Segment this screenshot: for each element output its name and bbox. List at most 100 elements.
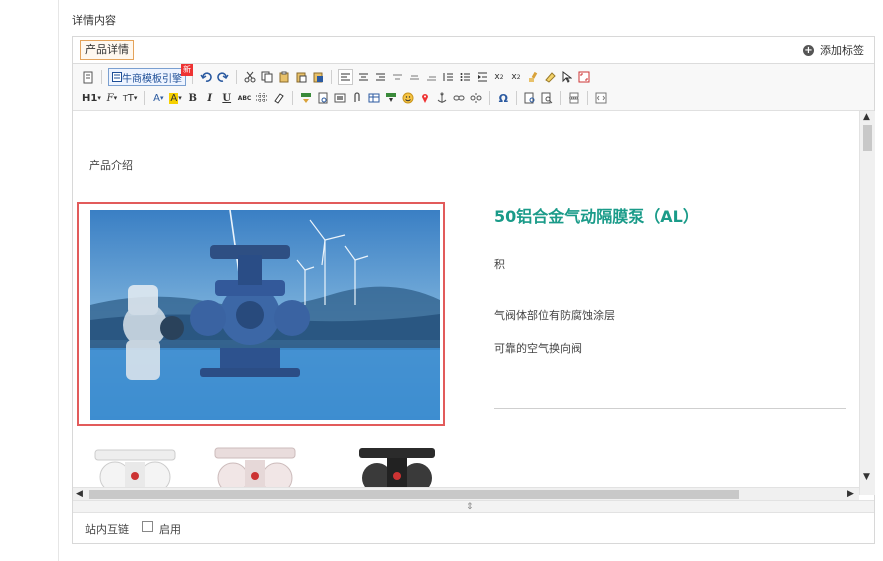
align-center-icon[interactable] (356, 69, 370, 85)
new-badge: 新 (181, 64, 193, 76)
cut-icon[interactable] (243, 69, 257, 85)
tab-product-details[interactable]: 产品详情 (80, 40, 134, 60)
product-title: 50铝合金气动隔膜泵（AL） (494, 207, 699, 226)
editor-tab-bar: 产品详情 + 添加标签 (73, 37, 874, 64)
italic-button[interactable]: I (203, 90, 217, 106)
font-family-dropdown[interactable]: F ▾ (105, 90, 119, 106)
bg-color-label: A (169, 92, 179, 104)
template-label: 牛商模板引擎 (122, 73, 182, 85)
preview-icon[interactable] (523, 90, 537, 106)
paste-word-icon[interactable] (311, 69, 325, 85)
indent-center-icon[interactable] (407, 69, 421, 85)
toolbar-row-1: 牛商模板引擎 新 x2 x2 (81, 64, 591, 87)
vertical-scrollbar[interactable]: ▲ ▼ (859, 111, 875, 495)
font-family-label: F (106, 92, 114, 104)
align-right-icon[interactable] (373, 69, 387, 85)
indent-icon[interactable] (475, 69, 489, 85)
feature-line-2: 气阀体部位有防腐蚀涂层 (494, 309, 615, 322)
selected-image-frame[interactable] (77, 202, 445, 426)
ordered-list-icon[interactable] (441, 69, 455, 85)
insert-video-icon[interactable] (333, 90, 347, 106)
toolbar-divider (516, 91, 518, 105)
font-size-dropdown[interactable]: T T ▾ (122, 90, 139, 106)
unordered-list-icon[interactable] (458, 69, 472, 85)
unlink-icon[interactable] (469, 90, 483, 106)
insert-column-icon[interactable] (384, 90, 398, 106)
template-engine-button[interactable]: 牛商模板引擎 新 (108, 64, 193, 86)
select-cursor-icon[interactable] (560, 69, 574, 85)
table-grid-icon[interactable] (255, 90, 269, 106)
page-break-icon[interactable] (567, 90, 581, 106)
section-title: 详情内容 (72, 14, 116, 27)
insert-table-icon[interactable] (367, 90, 381, 106)
toolbar-divider (292, 91, 294, 105)
map-pin-icon[interactable] (418, 90, 432, 106)
plus-circle-icon: + (803, 44, 814, 56)
subscript-icon[interactable]: x2 (492, 69, 506, 85)
paste-text-icon[interactable] (294, 69, 308, 85)
special-char-icon[interactable]: Ω (496, 90, 510, 106)
heading-label: H1 (82, 92, 98, 104)
redo-icon[interactable] (216, 69, 230, 85)
horizontal-scrollbar[interactable]: ◀ ▶ (73, 487, 859, 501)
fullscreen-icon[interactable] (577, 69, 591, 85)
toolbar-divider (587, 91, 589, 105)
underline-button[interactable]: U (220, 90, 234, 106)
eraser-icon[interactable] (272, 90, 286, 106)
enable-checkbox[interactable] (142, 521, 153, 532)
indent-right-icon[interactable] (424, 69, 438, 85)
toolbar-divider (331, 70, 332, 84)
format-brush-icon[interactable] (526, 69, 540, 85)
align-left-icon[interactable] (338, 69, 353, 85)
undo-icon[interactable] (199, 69, 213, 85)
scroll-right-icon[interactable]: ▶ (847, 489, 854, 499)
font-color-label: A (153, 92, 161, 104)
product-photo[interactable] (90, 210, 440, 420)
editor-content-area[interactable]: 产品介绍 50铝合金气动隔膜泵（AL） 积 气阀体部位有防腐蚀涂层 可靠的空气换… (73, 111, 874, 495)
scroll-up-icon[interactable]: ▲ (863, 112, 870, 122)
horizontal-rule (494, 408, 846, 409)
superscript-icon[interactable]: x2 (509, 69, 523, 85)
intro-heading: 产品介绍 (89, 159, 133, 172)
scroll-left-icon[interactable]: ◀ (76, 489, 83, 499)
font-color-dropdown[interactable]: A ▾ (151, 90, 165, 106)
html-source-icon[interactable] (594, 90, 608, 106)
paste-icon[interactable] (277, 69, 291, 85)
insert-link-doc-icon[interactable] (316, 90, 330, 106)
scroll-down-icon[interactable]: ▼ (863, 472, 870, 482)
thumbnail-pink-pump[interactable] (205, 442, 305, 492)
anchor-icon[interactable] (435, 90, 449, 106)
bg-color-dropdown[interactable]: A ▾ (168, 90, 182, 106)
source-code-icon[interactable] (81, 69, 95, 85)
toolbar-divider (236, 70, 237, 84)
enable-label[interactable]: 启用 (159, 521, 181, 537)
rich-text-editor: 产品详情 + 添加标签 牛商模板引擎 新 x 2 x 2 H1 ▾ F ▾ T … (72, 36, 875, 544)
justify-icon[interactable] (390, 69, 404, 85)
copy-icon[interactable] (260, 69, 274, 85)
feature-line-1: 积 (494, 258, 505, 271)
vertical-scroll-thumb[interactable] (863, 125, 872, 151)
toolbar-row-2: H1 ▾ F ▾ T T ▾ A ▾ A ▾ B I U ABC Ω (81, 88, 608, 108)
editor-toolbar: 牛商模板引擎 新 x2 x2 H1 ▾ F ▾ T T ▾ A ▾ A ▾ B … (73, 64, 874, 111)
strikethrough-button[interactable]: ABC (237, 90, 253, 106)
heading-dropdown[interactable]: H1 ▾ (81, 90, 102, 106)
insert-row-icon[interactable] (299, 90, 313, 106)
internal-link-label: 站内互链 (85, 523, 129, 536)
thumbnail-white-pump[interactable] (85, 442, 185, 492)
thumbnail-black-pump[interactable] (347, 442, 447, 492)
link-icon[interactable] (452, 90, 466, 106)
attachment-icon[interactable] (350, 90, 364, 106)
toolbar-divider (144, 91, 146, 105)
add-tag-button[interactable]: + 添加标签 (803, 42, 864, 58)
search-replace-icon[interactable] (540, 90, 554, 106)
toolbar-divider (101, 70, 102, 84)
bold-button[interactable]: B (186, 90, 200, 106)
add-tag-label: 添加标签 (820, 44, 864, 57)
horizontal-scroll-thumb[interactable] (89, 490, 739, 499)
template-icon (112, 72, 122, 82)
emoji-icon[interactable] (401, 90, 415, 106)
clear-format-icon[interactable] (543, 69, 557, 85)
toolbar-divider (560, 91, 562, 105)
resize-grip-icon[interactable]: ⇕ (466, 502, 474, 512)
left-sidebar (0, 0, 59, 561)
